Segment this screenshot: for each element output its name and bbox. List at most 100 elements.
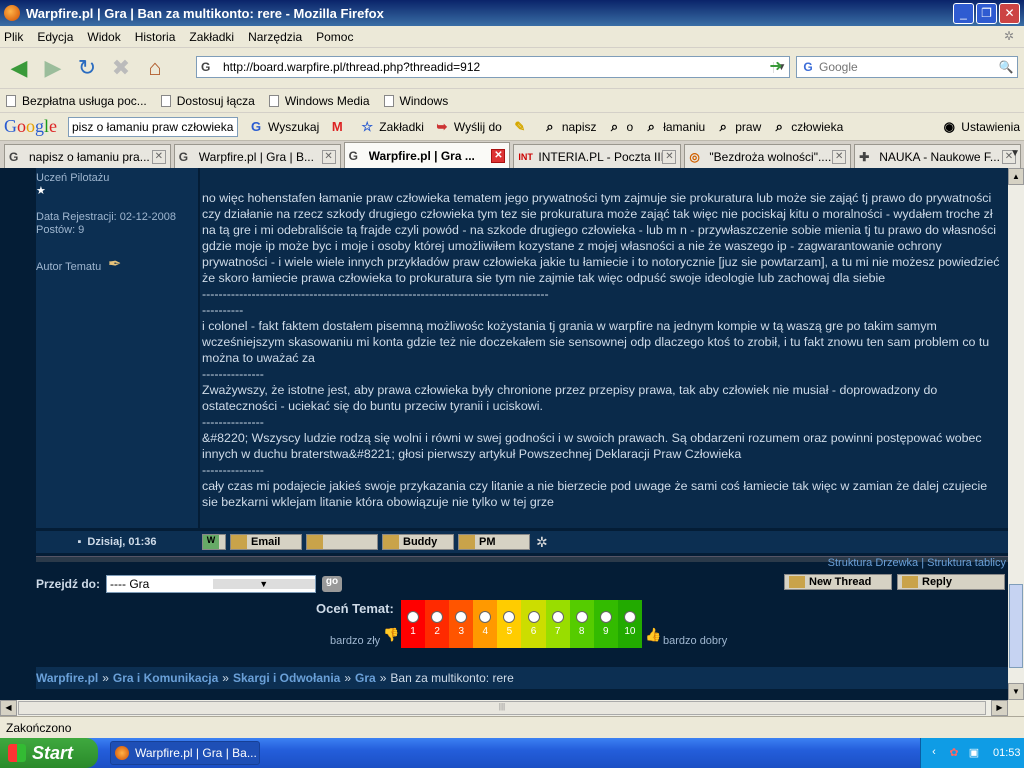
search-term-praw[interactable]: ⌕ praw (715, 119, 762, 135)
rating-option[interactable]: 2 (425, 600, 450, 648)
buddy-button[interactable]: Buddy (382, 534, 454, 550)
tab-warpfire-active[interactable]: G Warpfire.pl | Gra ... ✕ (343, 142, 511, 168)
tab-close-icon[interactable]: ✕ (151, 149, 166, 164)
rating-option[interactable]: 4 (473, 600, 498, 648)
tray-app-icon[interactable]: ✿ (947, 746, 961, 760)
rating-option[interactable]: 5 (497, 600, 522, 648)
breadcrumb-item[interactable]: Gra (355, 671, 376, 685)
rating-radio[interactable] (407, 611, 420, 623)
rating-radio[interactable] (503, 611, 516, 623)
tab-close-icon[interactable]: ✕ (662, 149, 677, 164)
back-button[interactable]: ◀ (4, 53, 34, 83)
url-text[interactable]: http://board.warpfire.pl/thread.php?thre… (223, 60, 773, 74)
jump-select[interactable]: ---- Gra ▼ (106, 575, 317, 593)
table-structure-link[interactable]: Struktura tablicy (927, 557, 1006, 569)
rating-radio[interactable] (599, 611, 612, 623)
close-button[interactable]: ✕ (999, 2, 1020, 24)
search-input[interactable] (819, 60, 995, 74)
breadcrumb-item[interactable]: Skargi i Odwołania (233, 671, 340, 685)
google-bookmarks-button[interactable]: ☆ Zakładki (359, 119, 424, 135)
tab-close-icon[interactable]: ✕ (491, 148, 506, 163)
rating-option[interactable]: 6 (521, 600, 546, 648)
rating-option[interactable]: 7 (545, 600, 570, 648)
rating-radio[interactable] (623, 611, 636, 623)
rating-option[interactable]: 10 (617, 600, 642, 648)
reload-button[interactable]: ↻ (72, 53, 102, 83)
search-term-o[interactable]: ⌕ o (607, 119, 633, 135)
menu-plik[interactable]: Plik (4, 30, 23, 44)
tab-close-icon[interactable]: ✕ (321, 149, 336, 164)
menu-zakladki[interactable]: Zakładki (189, 30, 234, 44)
search-term-napisz[interactable]: ⌕ napisz (542, 119, 596, 135)
menu-narzedzia[interactable]: Narzędzia (248, 30, 302, 44)
stop-button[interactable]: ✖ (106, 53, 136, 83)
highlight-button[interactable]: ✎ (512, 119, 532, 135)
scroll-right-icon[interactable]: ▶ (991, 700, 1008, 716)
scroll-down-icon[interactable]: ▼ (1008, 683, 1024, 700)
search-term-czlowieka[interactable]: ⌕ człowieka (771, 119, 844, 135)
rating-option[interactable]: 1 (401, 600, 426, 648)
new-thread-button[interactable]: New Thread (784, 574, 892, 590)
tab-warpfire-1[interactable]: G Warpfire.pl | Gra | B... ✕ (173, 144, 341, 168)
send-to-button[interactable]: ➥ Wyślij do (434, 119, 501, 135)
tab-bezdroza[interactable]: ◎ "Bezdroża wolności".... ✕ (684, 144, 852, 168)
url-bar[interactable]: G http://board.warpfire.pl/thread.php?th… (196, 56, 790, 78)
scroll-up-icon[interactable]: ▲ (1008, 168, 1024, 185)
home-button[interactable]: ⌂ (140, 53, 170, 83)
rating-option[interactable]: 9 (593, 600, 618, 648)
vertical-scroll-thumb[interactable] (1009, 584, 1023, 668)
settings-button[interactable]: ◉ Ustawienia (941, 119, 1020, 135)
bookmark-item[interactable]: Bezpłatna usługa poc... (6, 94, 147, 108)
rating-radio[interactable] (479, 611, 492, 623)
minimize-button[interactable]: _ (953, 2, 974, 24)
bookmark-item[interactable]: Dostosuj łącza (160, 94, 255, 108)
tray-expand-icon[interactable]: ‹ (927, 746, 941, 760)
forward-button[interactable]: ▶ (38, 53, 68, 83)
google-search-engine-icon[interactable]: G (797, 60, 819, 74)
bookmark-item[interactable]: Windows Media (268, 94, 370, 108)
tree-structure-link[interactable]: Struktura Drzewka (828, 557, 918, 569)
bookmark-item[interactable]: Windows (383, 94, 448, 108)
google-logo[interactable]: Google (4, 116, 62, 137)
rating-radio[interactable] (575, 611, 588, 623)
tab-list-icon[interactable]: ▼ (1010, 148, 1020, 159)
pm-button[interactable]: PM (458, 534, 530, 550)
search-icon[interactable]: 🔍 (995, 60, 1017, 74)
horizontal-scroll-thumb[interactable]: ||| (18, 701, 986, 715)
tray-network-icon[interactable]: ▣ (967, 746, 981, 760)
go-button[interactable]: ➜ (764, 56, 788, 78)
search-posts-button[interactable] (306, 534, 378, 550)
reply-button[interactable]: Reply (897, 574, 1005, 590)
report-icon[interactable]: ✲ (536, 534, 548, 551)
menu-widok[interactable]: Widok (87, 30, 120, 44)
breadcrumb-item[interactable]: Gra i Komunikacja (113, 671, 218, 685)
rating-radio[interactable] (455, 611, 468, 623)
search-box[interactable]: G 🔍 (796, 56, 1018, 78)
scroll-left-icon[interactable]: ◀ (0, 700, 17, 716)
horizontal-scrollbar[interactable]: ◀ ||| ▶ (0, 700, 1008, 716)
rating-radio[interactable] (431, 611, 444, 623)
tab-napisz[interactable]: Gnapisz o łamaniu pra... ✕ (4, 144, 171, 168)
vertical-scrollbar[interactable]: ▲ ▼ (1008, 168, 1024, 700)
menu-edycja[interactable]: Edycja (37, 30, 73, 44)
rating-radio[interactable] (527, 611, 540, 623)
tab-nauka[interactable]: ✚ NAUKA - Naukowe F... ✕ (854, 144, 1021, 168)
rating-radio[interactable] (551, 611, 564, 623)
google-search-button[interactable]: G Wyszukaj (248, 119, 319, 135)
google-query-input[interactable]: pisz o łamaniu praw człowieka (68, 116, 238, 137)
menu-historia[interactable]: Historia (135, 30, 176, 44)
email-button[interactable]: Email (230, 534, 302, 550)
rating-option[interactable]: 8 (569, 600, 594, 648)
rating-option[interactable]: 3 (449, 600, 474, 648)
www-button[interactable]: W (202, 534, 226, 550)
menu-pomoc[interactable]: Pomoc (316, 30, 353, 44)
start-button[interactable]: Start (0, 738, 98, 768)
tab-close-icon[interactable]: ✕ (832, 149, 847, 164)
gmail-button[interactable]: M (329, 119, 349, 135)
breadcrumb-item[interactable]: Warpfire.pl (36, 671, 98, 685)
taskbar-item-firefox[interactable]: Warpfire.pl | Gra | Ba... (110, 741, 260, 765)
search-term-lamaniu[interactable]: ⌕ łamaniu (643, 119, 706, 135)
tab-interia[interactable]: INT INTERIA.PL - Poczta III ✕ (513, 144, 682, 168)
maximize-button[interactable]: ❐ (976, 2, 997, 24)
jump-go-button[interactable]: go (322, 576, 343, 592)
